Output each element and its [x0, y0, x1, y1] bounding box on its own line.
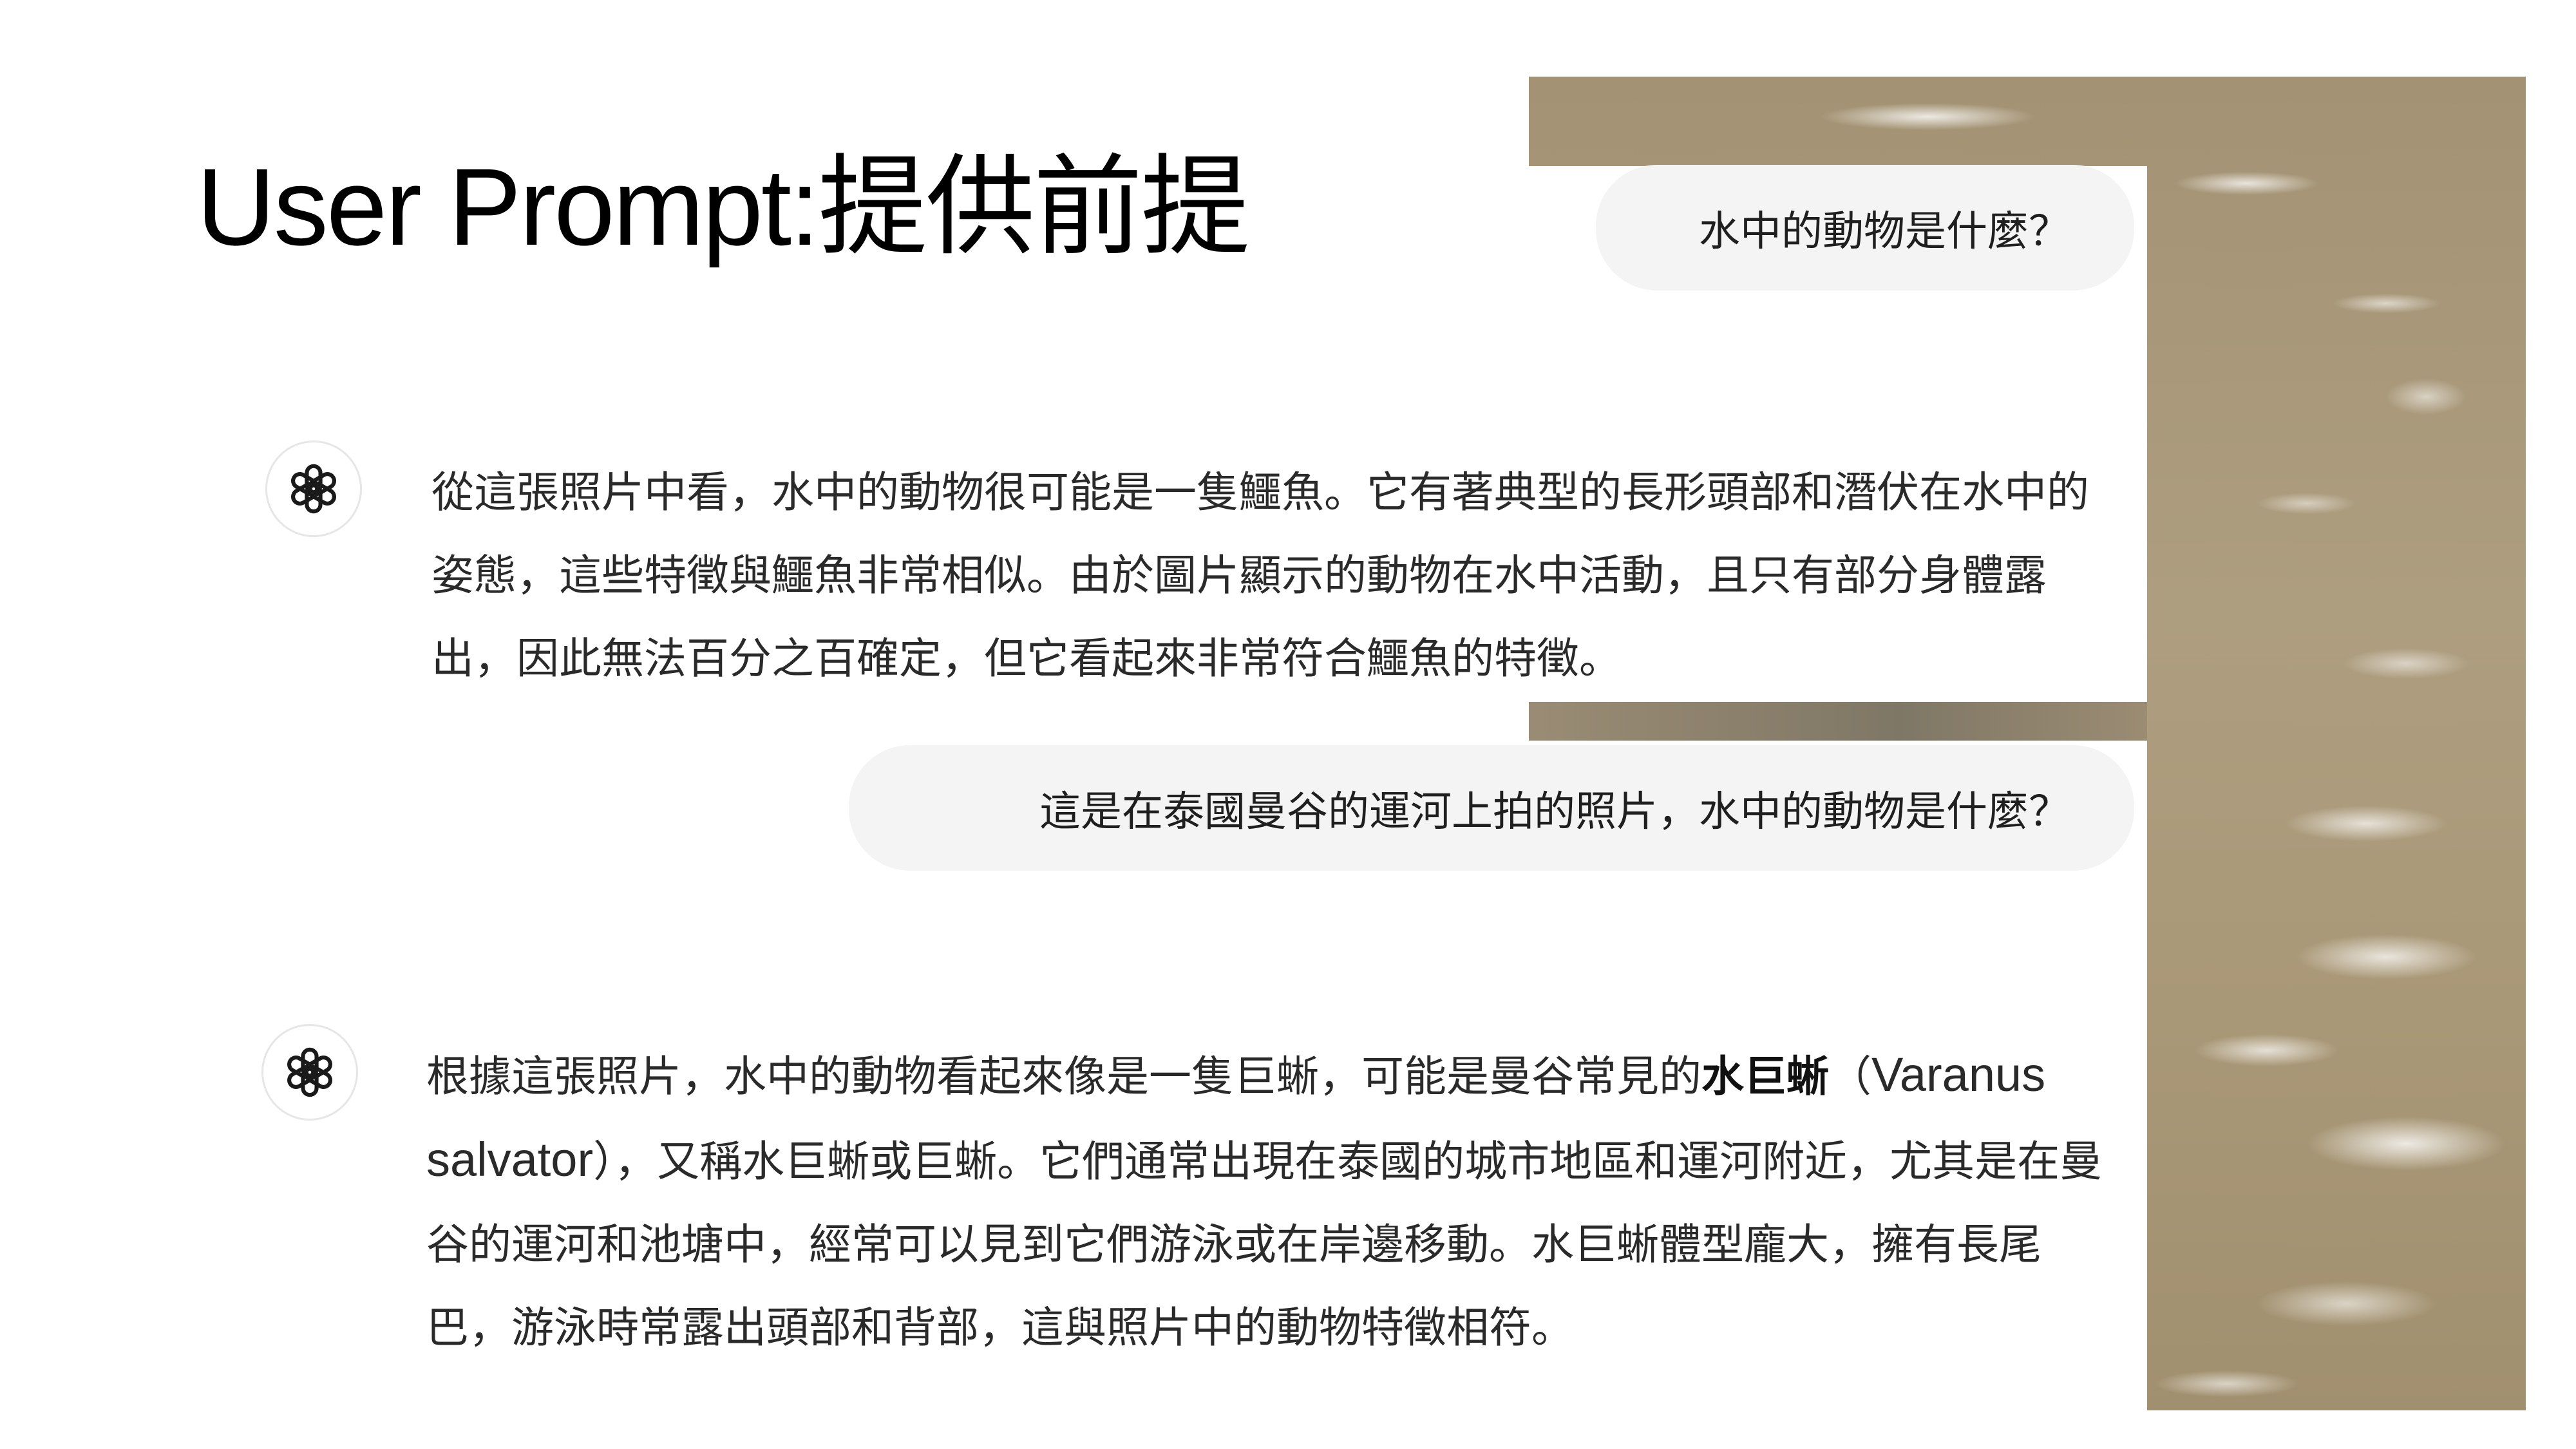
- user-message-text: 水中的動物是什麼？: [1699, 207, 2070, 256]
- answer-text-part: 根據這張照片，水中的動物看起來像是一隻巨蜥，可能是曼谷常見的: [426, 1052, 1701, 1101]
- answer-bold-term: 水巨蜥: [1701, 1052, 1829, 1101]
- user-message-bubble: 水中的動物是什麼？: [1596, 165, 2134, 290]
- slide-title: User Prompt:提供前提: [196, 146, 1250, 269]
- openai-logo-icon: [291, 464, 336, 514]
- assistant-message-text: 從這張照片中看，水中的動物很可能是一隻鱷魚。它有著典型的長形頭部和潛伏在水中的姿…: [431, 468, 2089, 683]
- user-message-bubble: 這是在泰國曼谷的運河上拍的照片，水中的動物是什麼？: [849, 745, 2134, 871]
- assistant-avatar: [265, 440, 362, 537]
- openai-logo-icon: [287, 1047, 332, 1097]
- user-message-text: 這是在泰國曼谷的運河上拍的照片，水中的動物是什麼？: [1039, 788, 2070, 836]
- answer-paren-close: ）: [593, 1137, 615, 1186]
- photo-shadow-strip: [1529, 702, 2147, 741]
- answer-paren-open: （: [1829, 1052, 1871, 1101]
- assistant-avatar: [261, 1024, 358, 1121]
- answer-text-part: ，又稱水巨蜥或巨蜥。它們通常出現在泰國的城市地區和運河附近，尤其是在曼谷的運河和…: [426, 1137, 2103, 1352]
- assistant-message-text: 根據這張照片，水中的動物看起來像是一隻巨蜥，可能是曼谷常見的水巨蜥（Varanu…: [426, 1033, 2120, 1369]
